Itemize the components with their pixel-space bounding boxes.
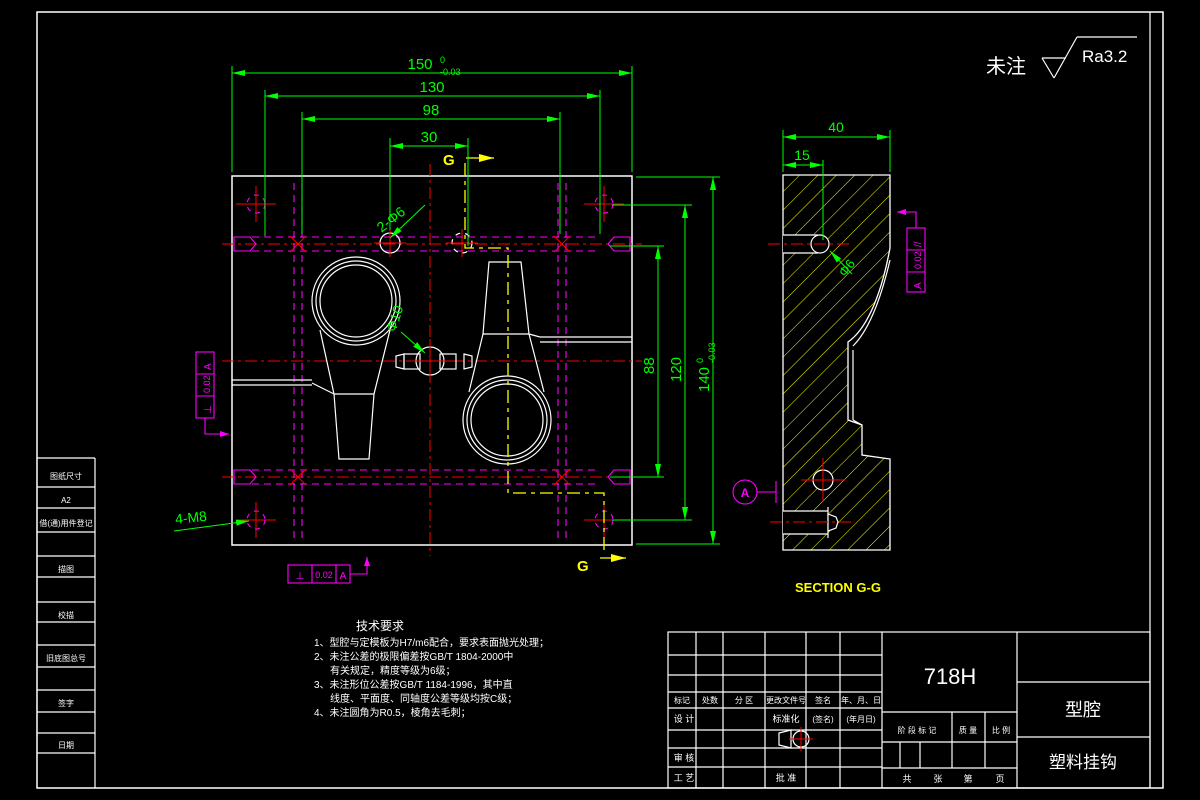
left-hook-cavity bbox=[232, 256, 401, 460]
tb-approve: 批 准 bbox=[776, 772, 797, 783]
gdt-section-datum: A bbox=[913, 282, 924, 289]
section-arrow-label-top: G bbox=[443, 152, 455, 169]
gdt-bottom-symbol: ⊥ bbox=[296, 571, 305, 582]
section-view: 40 15 Φ6 // 0.02 A A SECTION G-G bbox=[732, 119, 926, 595]
tech-requirements: 技术要求 1、型腔与定模板为H7/m6配合，要求表面抛光处理； 2、未注公差的极… bbox=[314, 619, 549, 719]
callout-d10: Φ10 bbox=[383, 303, 407, 334]
tb-product-name: 塑料挂钩 bbox=[1049, 753, 1117, 772]
tb-material: 718H bbox=[924, 664, 977, 689]
gdt-section-symbol: // bbox=[913, 241, 924, 247]
dim-40: 40 bbox=[828, 119, 844, 135]
strip-label-drawing-size: 图纸尺寸 bbox=[50, 471, 82, 481]
roughness-value: Ra3.2 bbox=[1082, 47, 1127, 66]
gdt-left-datum: A bbox=[203, 363, 214, 370]
tb-weight: 质 量 bbox=[959, 725, 977, 735]
tb-design: 设 计 bbox=[674, 713, 695, 724]
left-strip: 图纸尺寸 A2 借(通)用件登记 描图 校描 旧底图总号 签字 日期 bbox=[37, 457, 96, 788]
strip-label-date: 日期 bbox=[58, 741, 74, 750]
strip-label-old-master-no: 旧底图总号 bbox=[46, 653, 86, 663]
dim-140-sub: -0.03 bbox=[707, 342, 717, 363]
guide-holes bbox=[374, 229, 478, 257]
gdt-bottom-frame: ⊥ 0.02 A bbox=[287, 557, 370, 584]
dim-150-sup: 0 bbox=[440, 55, 445, 65]
main-view: G G bbox=[222, 152, 642, 575]
dim-140-sup: 0 bbox=[695, 358, 705, 363]
dim-150-sub: -0.03 bbox=[440, 67, 461, 77]
tech-req-line: 4、未注圆角为R0.5，棱角去毛刺； bbox=[314, 706, 471, 719]
tech-req-title: 技术要求 bbox=[356, 619, 404, 633]
tb-rev-zone: 分 区 bbox=[735, 696, 753, 705]
tb-total: 共 bbox=[902, 774, 911, 784]
gdt-section-tol: 0.02 bbox=[913, 251, 923, 269]
tb-sign-hint: (签名) bbox=[812, 714, 834, 724]
surface-finish-note: 未注 Ra3.2 bbox=[986, 36, 1137, 79]
strip-label-sheet-a2: A2 bbox=[61, 496, 71, 505]
strip-label-check-tracing: 校描 bbox=[58, 610, 74, 620]
surface-note-prefix: 未注 bbox=[986, 55, 1026, 78]
tech-req-line: 2、未注公差的极限偏差按GB/T 1804-2000中 bbox=[314, 650, 513, 663]
tech-req-line: 线度、平面度、同轴度公差等级均按C级； bbox=[330, 692, 517, 705]
tb-no: 第 bbox=[963, 773, 972, 784]
strip-label-signature: 签字 bbox=[58, 698, 74, 708]
tb-check: 审 核 bbox=[674, 752, 695, 763]
title-block: 标记 处数 分 区 更改文件号 签名 年、月、日 设 计 标准化 (签名) (年… bbox=[667, 631, 1151, 789]
tb-part-name: 型腔 bbox=[1065, 700, 1101, 720]
callout-4xm8: 4-M8 bbox=[174, 508, 208, 527]
section-title: SECTION G-G bbox=[795, 580, 881, 595]
datum-a-marker: A bbox=[732, 479, 777, 505]
dim-150: 150 bbox=[407, 56, 432, 73]
tb-sheets: 张 bbox=[933, 774, 942, 784]
datum-a-letter: A bbox=[741, 486, 750, 500]
cad-canvas: 图纸尺寸 A2 借(通)用件登记 描图 校描 旧底图总号 签字 日期 未注 Ra… bbox=[36, 11, 1164, 789]
dim-15: 15 bbox=[794, 147, 810, 163]
tb-rev-sign: 签名 bbox=[815, 695, 831, 705]
tb-date-hint: (年月日) bbox=[846, 714, 876, 724]
tech-req-line: 有关规定，精度等级为6级； bbox=[330, 664, 456, 677]
cad-drawing-screen: 图纸尺寸 A2 借(通)用件登记 描图 校描 旧底图总号 签字 日期 未注 Ra… bbox=[0, 0, 1200, 800]
gdt-left-frame: A 0.02 ⊥ bbox=[195, 351, 229, 437]
tb-rev-mark: 标记 bbox=[674, 695, 690, 705]
right-hook-cavity bbox=[462, 261, 632, 465]
callout-2xd6: 2-Φ6 bbox=[374, 203, 409, 235]
dim-30: 30 bbox=[421, 129, 438, 146]
tb-standardize: 标准化 bbox=[772, 713, 799, 724]
dim-120: 120 bbox=[668, 357, 685, 382]
gdt-left-symbol: ⊥ bbox=[203, 405, 214, 414]
tb-rev-date: 年、月、日 bbox=[841, 695, 881, 705]
gdt-section-frame: // 0.02 A bbox=[897, 209, 926, 293]
strip-label-borrowed-parts: 借(通)用件登记 bbox=[39, 518, 92, 528]
gdt-bottom-datum: A bbox=[340, 571, 347, 582]
dimensions: 150 0 -0.03 130 98 30 88 120 140 0 -0.03… bbox=[173, 55, 720, 545]
tb-stage-mark: 阶 段 标 记 bbox=[898, 725, 937, 735]
tb-rev-doc-no: 更改文件号 bbox=[766, 695, 806, 705]
dim-98: 98 bbox=[423, 102, 440, 119]
tb-page: 页 bbox=[995, 774, 1004, 784]
dim-140: 140 bbox=[696, 367, 713, 392]
dim-88: 88 bbox=[641, 357, 658, 374]
section-arrow-label-bottom: G bbox=[577, 558, 589, 575]
strip-label-tracing: 描图 bbox=[58, 564, 74, 574]
cutting-plane-gg: G G bbox=[443, 152, 626, 575]
tech-req-line: 3、未注形位公差按GB/T 1184-1996，其中直 bbox=[314, 678, 513, 691]
tb-rev-count: 处数 bbox=[702, 695, 718, 705]
tech-req-line: 1、型腔与定模板为H7/m6配合，要求表面抛光处理； bbox=[314, 636, 549, 649]
centerlines bbox=[222, 164, 642, 556]
tb-process: 工 艺 bbox=[674, 773, 695, 783]
gdt-bottom-tol: 0.02 bbox=[315, 570, 333, 580]
dim-130: 130 bbox=[419, 79, 444, 96]
gdt-left-tol: 0.02 bbox=[202, 375, 212, 393]
section-body bbox=[782, 174, 891, 551]
tb-scale: 比 例 bbox=[992, 725, 1010, 735]
